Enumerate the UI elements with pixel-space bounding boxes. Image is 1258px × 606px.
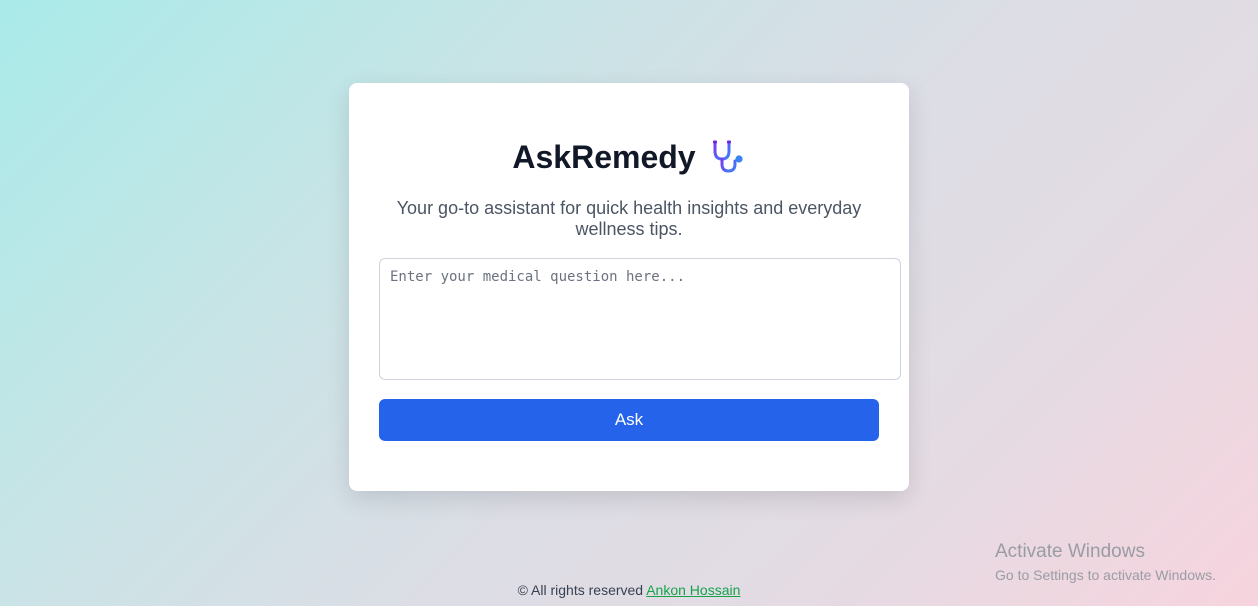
author-link[interactable]: Ankon Hossain — [646, 582, 740, 598]
copyright-text: © All rights reserved — [517, 582, 644, 598]
watermark-title: Activate Windows — [995, 541, 1145, 562]
question-input[interactable] — [379, 258, 901, 380]
windows-activation-watermark: Activate Windows Go to Settings to activ… — [995, 541, 1216, 585]
app-subtitle: Your go-to assistant for quick health in… — [396, 198, 862, 239]
ask-button[interactable]: Ask — [379, 399, 879, 441]
watermark-subtitle: Go to Settings to activate Windows. — [995, 567, 1216, 583]
app-title: AskRemedy — [512, 139, 696, 175]
stethoscope-icon — [710, 139, 746, 175]
main-card: AskRemedy Your go-to assistant for quick… — [349, 83, 909, 491]
header: AskRemedy — [349, 137, 909, 177]
